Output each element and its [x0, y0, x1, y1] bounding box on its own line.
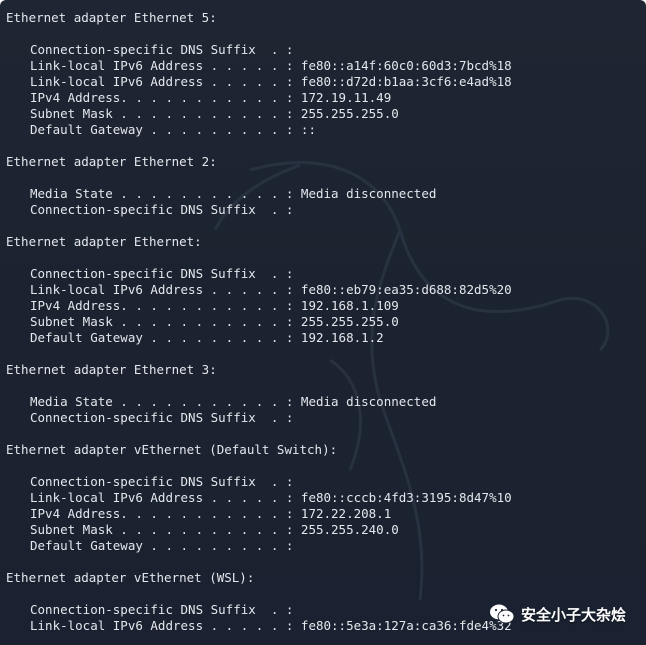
adapter-property-row: Default Gateway . . . . . . . . . : :: — [30, 122, 316, 137]
adapter-property-row: Connection-specific DNS Suffix . : — [30, 474, 294, 489]
adapter-header: Ethernet adapter Ethernet: — [6, 234, 202, 249]
watermark-text: 安全小子大杂烩 — [520, 605, 626, 624]
watermark-badge: 安全小子大杂烩 — [489, 603, 626, 625]
wechat-icon — [489, 604, 515, 624]
adapter-property-row: Subnet Mask . . . . . . . . . . . : 255.… — [30, 106, 399, 121]
adapter-property-row: Default Gateway . . . . . . . . . : 192.… — [30, 330, 384, 345]
adapter-property-row: Link-local IPv6 Address . . . . . : fe80… — [30, 58, 512, 73]
adapter-header: Ethernet adapter vEthernet (WSL): — [6, 570, 255, 585]
adapter-property-row: Link-local IPv6 Address . . . . . : fe80… — [30, 490, 512, 505]
adapter-property-row: Connection-specific DNS Suffix . : — [30, 266, 294, 281]
adapter-property-row: Media State . . . . . . . . . . . : Medi… — [30, 186, 437, 201]
adapter-property-row: Default Gateway . . . . . . . . . : — [30, 538, 294, 553]
adapter-property-row: Connection-specific DNS Suffix . : — [30, 42, 294, 57]
adapter-header: Ethernet adapter Ethernet 5: — [6, 10, 217, 25]
adapter-property-row: Connection-specific DNS Suffix . : — [30, 202, 294, 217]
terminal-window: Ethernet adapter Ethernet 5: Connection-s… — [0, 0, 646, 645]
adapter-property-row: IPv4 Address. . . . . . . . . . . : 192.… — [30, 298, 399, 313]
adapter-property-row: Link-local IPv6 Address . . . . . : fe80… — [30, 74, 512, 89]
adapter-property-row: Connection-specific DNS Suffix . : — [30, 410, 294, 425]
adapter-property-row: IPv4 Address. . . . . . . . . . . : 172.… — [30, 506, 392, 521]
adapter-property-row: Subnet Mask . . . . . . . . . . . : 255.… — [30, 522, 399, 537]
ipconfig-output: Ethernet adapter Ethernet 5: Connection-s… — [6, 10, 636, 634]
adapter-property-row: IPv4 Address. . . . . . . . . . . : 172.… — [30, 90, 392, 105]
adapter-header: Ethernet adapter Ethernet 2: — [6, 154, 217, 169]
adapter-header: Ethernet adapter vEthernet (Default Swit… — [6, 442, 338, 457]
adapter-property-row: Subnet Mask . . . . . . . . . . . : 255.… — [30, 314, 399, 329]
adapter-property-row: Media State . . . . . . . . . . . : Medi… — [30, 394, 437, 409]
adapter-header: Ethernet adapter Ethernet 3: — [6, 362, 217, 377]
adapter-property-row: Link-local IPv6 Address . . . . . : fe80… — [30, 282, 512, 297]
